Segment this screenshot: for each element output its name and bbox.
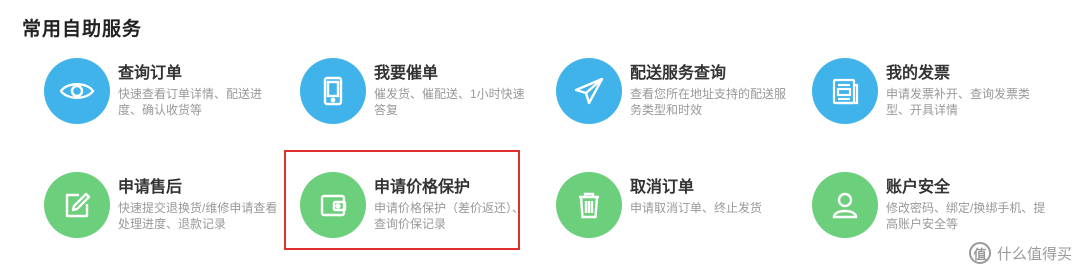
watermark-logo-icon: 值 — [968, 242, 991, 264]
service-account-security[interactable]: 账户安全 修改密码、绑定/换绑手机、提高账户安全等 — [812, 172, 1052, 252]
edit-icon — [44, 172, 110, 238]
service-name: 取消订单 — [630, 179, 695, 196]
service-name: 账户安全 — [886, 179, 951, 196]
service-after-sales[interactable]: 申请售后 快速提交退换货/维修申请查看处理进度、退款记录 — [44, 172, 284, 252]
service-desc: 快速提交退换货/维修申请查看处理进度、退款记录 — [118, 201, 278, 231]
invoice-icon — [812, 58, 878, 124]
service-desc: 查看您所在地址支持的配送服务类型和时效 — [630, 87, 787, 117]
phone-icon — [300, 58, 366, 124]
service-delivery-query[interactable]: 配送服务查询 查看您所在地址支持的配送服务类型和时效 — [556, 58, 796, 138]
service-desc: 修改密码、绑定/换绑手机、提高账户安全等 — [886, 201, 1046, 231]
service-desc: 申请发票补开、查询发票类型、开具详情 — [886, 87, 1031, 117]
service-query-order[interactable]: 查询订单 快速查看订单详情、配送进度、确认收货等 — [44, 58, 284, 138]
watermark: 值 什么值得买 — [968, 242, 1072, 264]
service-desc: 申请取消订单、终止发货 — [630, 201, 763, 215]
service-name: 我的发票 — [886, 65, 951, 82]
section-title: 常用自助服务 — [22, 19, 143, 40]
service-my-invoice[interactable]: 我的发票 申请发票补开、查询发票类型、开具详情 — [812, 58, 1052, 138]
service-desc: 催发货、催配送、1小时快速答复 — [374, 87, 525, 117]
eye-icon — [44, 58, 110, 124]
trash-icon — [556, 172, 622, 238]
service-name: 查询订单 — [118, 65, 183, 82]
service-name: 我要催单 — [374, 65, 439, 82]
service-desc: 快速查看订单详情、配送进度、确认收货等 — [118, 87, 263, 117]
service-name: 配送服务查询 — [630, 65, 727, 82]
service-name: 申请售后 — [118, 179, 183, 196]
service-urge-order[interactable]: 我要催单 催发货、催配送、1小时快速答复 — [300, 58, 540, 138]
service-cancel-order[interactable]: 取消订单 申请取消订单、终止发货 — [556, 172, 796, 252]
paper-plane-icon — [556, 58, 622, 124]
user-icon — [812, 172, 878, 238]
highlight-box — [284, 150, 520, 250]
watermark-text: 什么值得买 — [996, 245, 1072, 263]
